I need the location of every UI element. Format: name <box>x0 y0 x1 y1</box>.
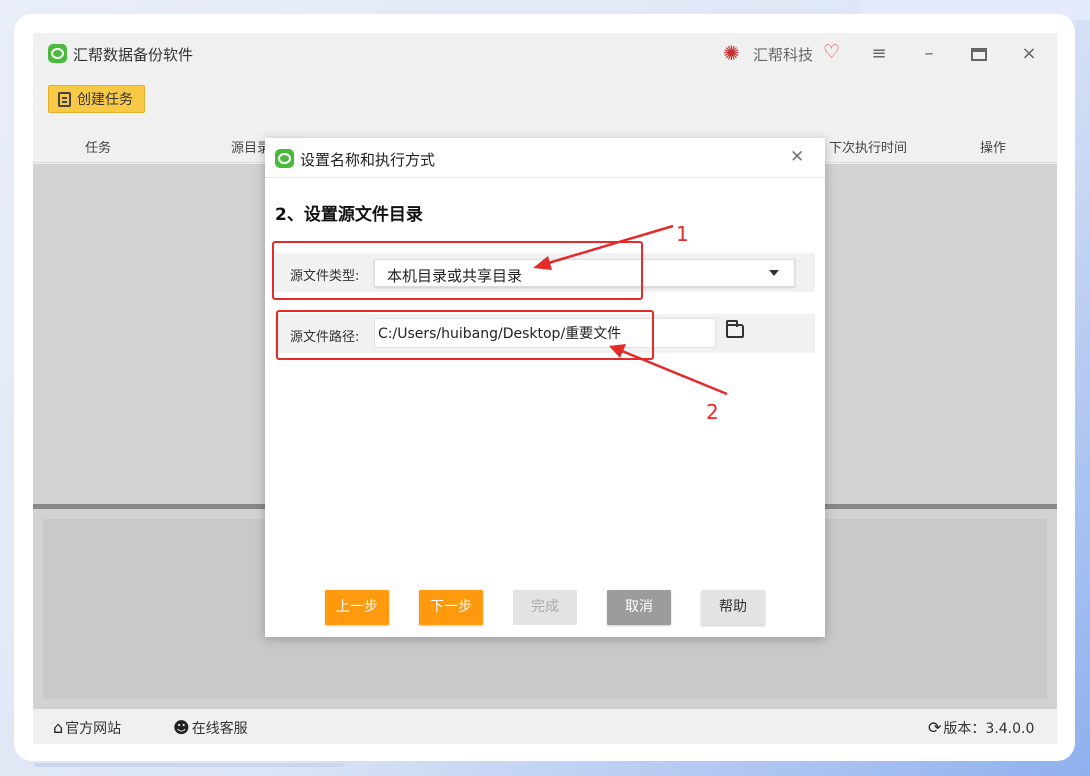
folder-icon[interactable] <box>726 320 744 338</box>
brand-name: 汇帮科技 <box>753 46 814 64</box>
brand-logo-icon: ✺ <box>723 41 740 65</box>
support-label: 在线客服 <box>191 721 248 737</box>
dialog-titlebar: 设置名称和执行方式 ✕ <box>265 138 825 178</box>
heart-icon[interactable]: ♡ <box>823 41 840 63</box>
support-icon: ☻ <box>173 718 190 737</box>
home-icon: ⌂ <box>53 718 64 737</box>
menu-icon[interactable]: ≡ <box>866 43 892 65</box>
annotation-box-2 <box>276 310 654 360</box>
setup-dialog: 设置名称和执行方式 ✕ 2、设置源文件目录 源文件类型: 本机目录或共享目录 源… <box>265 138 825 637</box>
toolbar: 创建任务 <box>33 77 1057 121</box>
next-step-button[interactable]: 下一步 <box>419 590 483 625</box>
close-icon[interactable]: ✕ <box>790 147 804 167</box>
card-underline <box>34 763 344 767</box>
dialog-title: 设置名称和执行方式 <box>300 151 436 169</box>
website-link[interactable]: ⌂ 官方网站 <box>53 718 121 738</box>
create-task-button[interactable]: 创建任务 <box>48 85 145 113</box>
column-header-task: 任务 <box>85 141 112 156</box>
website-label: 官方网站 <box>65 721 122 737</box>
app-title: 汇帮数据备份软件 <box>73 46 194 64</box>
annotation-label-2: 2 <box>706 400 719 424</box>
document-icon <box>58 91 71 107</box>
maximize-icon[interactable] <box>966 43 992 65</box>
column-header-next-run: 下次执行时间 <box>829 141 908 156</box>
step-heading: 2、设置源文件目录 <box>275 205 423 225</box>
annotation-box-1 <box>272 241 643 300</box>
prev-step-button[interactable]: 上一步 <box>325 590 389 625</box>
column-header-actions: 操作 <box>980 141 1007 156</box>
refresh-icon: ⟳ <box>928 718 942 737</box>
annotation-label-1: 1 <box>676 222 689 246</box>
app-titlebar: 汇帮数据备份软件 ✺ 汇帮科技 ♡ ≡ – × <box>33 33 1057 77</box>
app-logo-icon <box>48 44 67 63</box>
create-task-label: 创建任务 <box>77 92 133 108</box>
statusbar: ⌂ 官方网站 ☻ 在线客服 ⟳ 版本：3.4.0.0 <box>33 709 1057 744</box>
close-icon[interactable]: × <box>1016 43 1042 65</box>
version-label: 版本：3.4.0.0 <box>943 721 1035 737</box>
minimize-icon[interactable]: – <box>916 43 942 65</box>
support-link[interactable]: ☻ 在线客服 <box>173 718 248 738</box>
chevron-down-icon <box>769 270 779 276</box>
app-logo-icon <box>275 149 294 168</box>
finish-button[interactable]: 完成 <box>513 590 577 625</box>
version-info[interactable]: ⟳ 版本：3.4.0.0 <box>928 718 1034 738</box>
cancel-button[interactable]: 取消 <box>607 590 671 625</box>
help-button[interactable]: 帮助 <box>701 590 765 625</box>
